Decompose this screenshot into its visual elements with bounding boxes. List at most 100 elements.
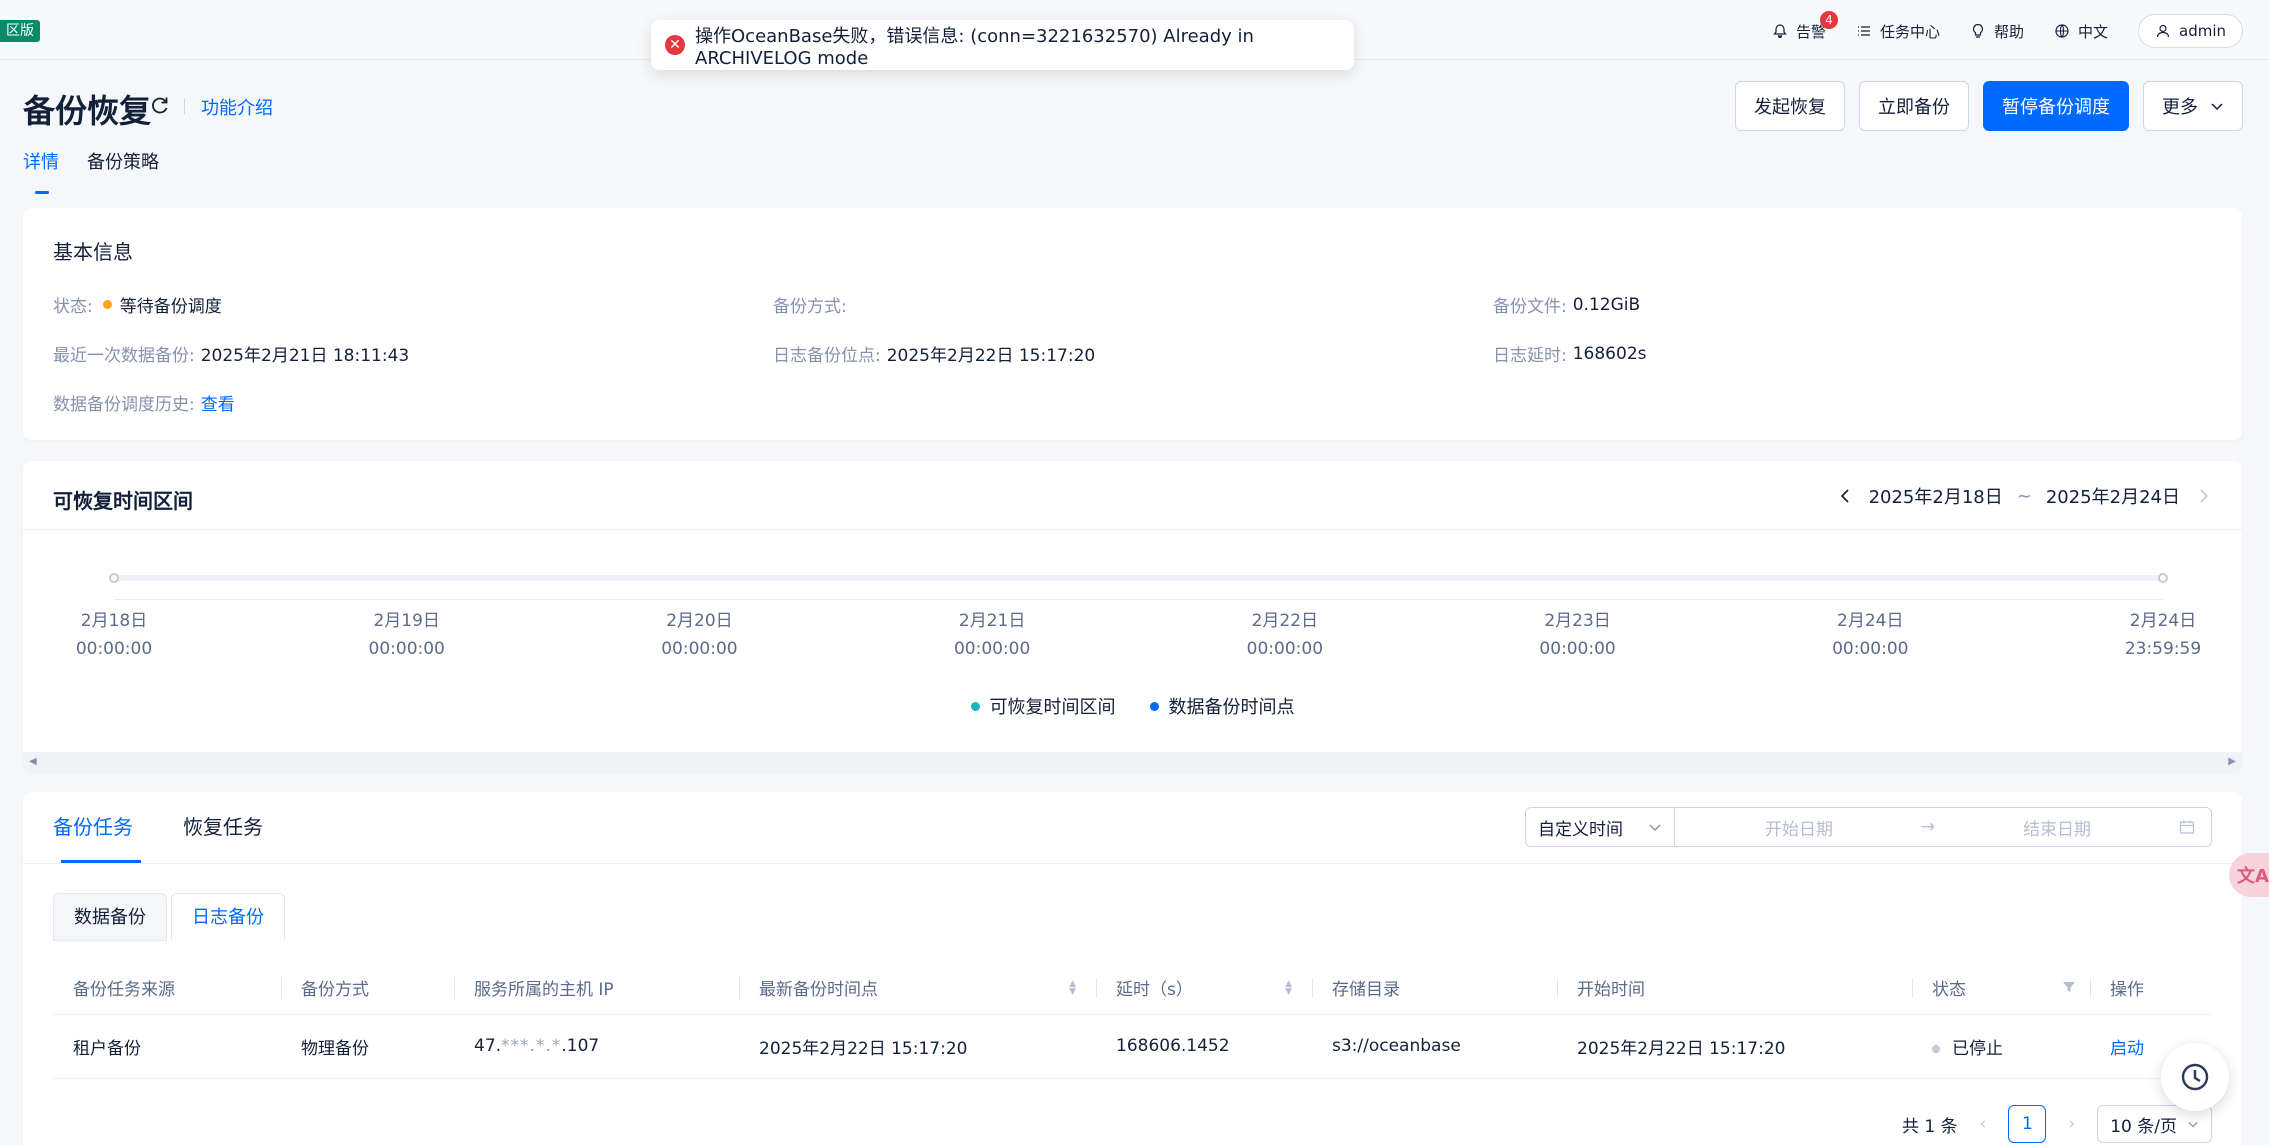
range-separator: ~ bbox=[2016, 485, 2032, 507]
timeline-end-marker bbox=[2158, 573, 2168, 583]
scroll-left-icon[interactable]: ◀ bbox=[29, 756, 37, 767]
feature-intro-link[interactable]: 功能介绍 bbox=[201, 94, 273, 120]
timeline-tick-label: 2月24日 00:00:00 bbox=[1815, 607, 1925, 663]
sub-tab-log-backup[interactable]: 日志备份 bbox=[171, 893, 285, 941]
last-data-backup-value: 2025年2月21日 18:11:43 bbox=[200, 346, 410, 366]
recoverable-range-card: 可恢复时间区间 2025年2月18日 ~ 2025年2月24日 2月18日 00:… bbox=[23, 461, 2242, 772]
col-header-action-label: 操作 bbox=[2110, 980, 2144, 1001]
refresh-icon[interactable] bbox=[149, 94, 171, 116]
task-center-button[interactable]: 任务中心 bbox=[1856, 21, 1940, 42]
last-data-backup-field: 最近一次数据备份: 2025年2月21日 18:11:43 bbox=[53, 341, 409, 366]
sort-icon[interactable]: ▲ ▼ bbox=[1069, 980, 1076, 997]
col-header-status[interactable]: 状态 bbox=[1912, 962, 2090, 1015]
tab-restore-tasks[interactable]: 恢复任务 bbox=[183, 792, 263, 863]
col-header-latest-point[interactable]: 最新备份时间点 ▲ ▼ bbox=[739, 962, 1096, 1015]
cell-latest-point: 2025年2月22日 15:17:20 bbox=[739, 1014, 1096, 1079]
col-header-source-label: 备份任务来源 bbox=[73, 980, 175, 1001]
filter-icon[interactable] bbox=[2062, 980, 2076, 994]
next-page-icon[interactable]: › bbox=[2068, 1114, 2075, 1134]
task-center-label: 任务中心 bbox=[1879, 22, 1940, 41]
col-header-latest-point-label: 最新备份时间点 bbox=[759, 980, 878, 1001]
tick-date: 2月20日 bbox=[666, 611, 733, 631]
language-label: 中文 bbox=[2077, 22, 2108, 41]
timeline-start-marker bbox=[109, 573, 119, 583]
tick-date: 2月24日 bbox=[1837, 611, 1904, 631]
prev-page-icon[interactable]: ‹ bbox=[1980, 1114, 1987, 1134]
column-divider bbox=[1557, 978, 1558, 998]
backup-now-button[interactable]: 立即备份 bbox=[1859, 81, 1969, 131]
legend-data-backup[interactable]: 数据备份时间点 bbox=[1149, 693, 1295, 719]
history-float-button[interactable] bbox=[2161, 1043, 2229, 1111]
start-restore-button[interactable]: 发起恢复 bbox=[1735, 81, 1845, 131]
col-header-host-ip: 服务所属的主机 IP bbox=[454, 962, 739, 1015]
language-switch[interactable]: 中文 bbox=[2054, 21, 2108, 42]
schedule-history-link[interactable]: 查看 bbox=[201, 390, 235, 415]
timeline-tick-label: 2月22日 00:00:00 bbox=[1230, 607, 1340, 663]
chevron-down-icon bbox=[1649, 824, 1661, 831]
bulb-icon bbox=[1972, 23, 1983, 38]
timeline-tick-label: 2月24日 23:59:59 bbox=[2108, 607, 2218, 663]
pause-schedule-button[interactable]: 暂停备份调度 bbox=[1983, 81, 2129, 131]
status-field: 状态: 等待备份调度 bbox=[53, 292, 222, 317]
legend-recoverable[interactable]: 可恢复时间区间 bbox=[970, 693, 1116, 719]
globe-icon bbox=[2055, 24, 2069, 38]
col-header-delay-label: 延时（s） bbox=[1116, 980, 1193, 1001]
timeline-tick-label: 2月18日 00:00:00 bbox=[59, 607, 169, 663]
cell-source: 租户备份 bbox=[53, 1014, 281, 1079]
col-header-delay[interactable]: 延时（s） ▲ ▼ bbox=[1096, 962, 1312, 1015]
tick-time: 00:00:00 bbox=[661, 639, 738, 659]
last-data-backup-label: 最近一次数据备份: bbox=[53, 346, 195, 366]
date-range-picker[interactable]: 开始日期 → 结束日期 bbox=[1675, 807, 2212, 847]
more-button[interactable]: 更多 bbox=[2143, 81, 2243, 131]
time-filter-value: 自定义时间 bbox=[1538, 819, 1623, 840]
column-divider bbox=[739, 978, 740, 998]
help-button[interactable]: 帮助 bbox=[1970, 21, 2024, 42]
alert-count-badge: 4 bbox=[1819, 10, 1838, 29]
page-tabs: 详情 备份策略 bbox=[23, 148, 159, 194]
translate-icon[interactable]: 文A bbox=[2229, 853, 2269, 897]
legend-data-backup-dot bbox=[1149, 701, 1159, 711]
tab-details[interactable]: 详情 bbox=[23, 148, 59, 194]
status-text: 已停止 bbox=[1952, 1038, 2003, 1059]
start-date-input[interactable]: 开始日期 bbox=[1765, 815, 1833, 840]
alert-button[interactable]: 告警 4 bbox=[1772, 10, 1838, 42]
end-date-input[interactable]: 结束日期 bbox=[2023, 815, 2091, 840]
column-divider bbox=[454, 978, 455, 998]
tab-backup-policy[interactable]: 备份策略 bbox=[87, 148, 159, 194]
horizontal-scrollbar[interactable]: ◀ ▶ bbox=[23, 752, 2242, 772]
cell-storage: s3://oceanbase bbox=[1312, 1014, 1557, 1079]
user-menu[interactable]: admin bbox=[2138, 14, 2243, 48]
tick-date: 2月21日 bbox=[958, 611, 1026, 631]
chevron-left-icon[interactable] bbox=[1837, 487, 1855, 505]
page-title: 备份恢复 bbox=[23, 92, 152, 130]
task-tabs-divider bbox=[23, 863, 2242, 864]
start-action-link[interactable]: 启动 bbox=[2110, 1039, 2144, 1059]
range-start-date: 2025年2月18日 bbox=[1868, 487, 2003, 508]
tab-backup-tasks[interactable]: 备份任务 bbox=[53, 792, 141, 863]
col-header-storage: 存储目录 bbox=[1312, 962, 1557, 1015]
status-value: 等待备份调度 bbox=[119, 297, 222, 317]
col-header-method: 备份方式 bbox=[281, 962, 454, 1015]
time-filter-select[interactable]: 自定义时间 bbox=[1525, 807, 1675, 847]
tick-date: 2月23日 bbox=[1544, 611, 1611, 631]
top-actions: 告警 4 任务中心 帮助 中文 admin bbox=[1772, 10, 2243, 48]
timeline-tick-label: 2月21日 00:00:00 bbox=[937, 607, 1047, 663]
col-header-host-ip-label: 服务所属的主机 IP bbox=[474, 980, 614, 1001]
sort-icon[interactable]: ▲ ▼ bbox=[1285, 980, 1292, 997]
status-dot bbox=[1932, 1044, 1940, 1053]
chevron-right-icon[interactable] bbox=[2194, 487, 2212, 505]
sub-tab-data-backup[interactable]: 数据备份 bbox=[53, 893, 167, 941]
scroll-right-icon[interactable]: ▶ bbox=[2228, 756, 2236, 767]
ip-prefix: 47. bbox=[474, 1036, 502, 1056]
toast-message: 操作OceanBase失败，错误信息: (conn=3221632570) Al… bbox=[695, 25, 1254, 69]
log-backup-point-label: 日志备份位点: bbox=[773, 346, 881, 366]
table-row: 租户备份 物理备份 47.***.*.*.107 2025年2月22日 15:1… bbox=[53, 1014, 2212, 1079]
col-header-source: 备份任务来源 bbox=[53, 962, 281, 1015]
page-button-current[interactable]: 1 bbox=[2008, 1105, 2047, 1143]
edition-badge: 区版 bbox=[0, 20, 40, 42]
timeline-tick-label: 2月20日 00:00:00 bbox=[644, 607, 754, 663]
tick-time: 23:59:59 bbox=[2124, 639, 2202, 659]
task-tabs: 备份任务 恢复任务 bbox=[53, 792, 263, 863]
tick-time: 00:00:00 bbox=[75, 639, 153, 659]
legend-data-backup-label: 数据备份时间点 bbox=[1168, 697, 1295, 718]
